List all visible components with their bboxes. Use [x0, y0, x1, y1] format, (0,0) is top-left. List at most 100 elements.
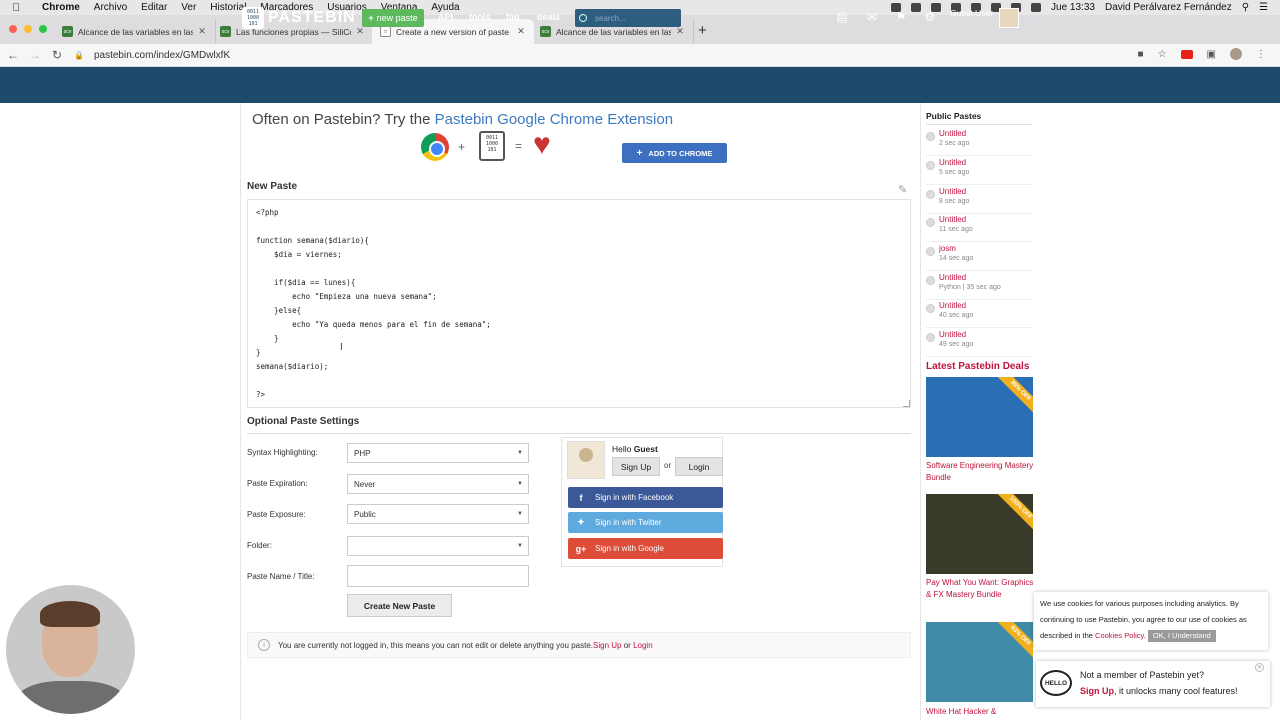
public-paste-title[interactable]: Untitled: [939, 187, 966, 196]
globe-icon: [926, 247, 935, 256]
cast-icon[interactable]: ▣: [1207, 49, 1216, 60]
spotlight-icon[interactable]: ⚲: [1242, 2, 1249, 13]
paste-name-input[interactable]: [347, 565, 529, 587]
public-paste-title[interactable]: Untitled: [939, 330, 966, 339]
guest-avatar[interactable]: [999, 8, 1019, 28]
code-line: if($dia == lunes){: [256, 278, 356, 287]
cookies-policy-link[interactable]: Cookies Policy: [1095, 631, 1144, 640]
code-line: }: [256, 348, 261, 357]
facebook-signin-button[interactable]: f Sign in with Facebook: [568, 487, 723, 508]
profile-avatar[interactable]: [1230, 48, 1242, 60]
nav-deals[interactable]: deals: [537, 12, 560, 22]
code-line: function semana($diario){: [256, 236, 369, 245]
public-paste-item[interactable]: Untitled 5 sec ago: [926, 157, 1032, 185]
dropbox-icon[interactable]: [911, 3, 922, 12]
search-input[interactable]: search...: [575, 9, 681, 27]
chevron-down-icon[interactable]: ⌄: [1024, 14, 1031, 23]
notifications-bell-icon[interactable]: ⚑: [894, 11, 908, 24]
member-sign-up-link[interactable]: Sign Up: [1080, 686, 1114, 696]
camera-icon[interactable]: ■: [1138, 49, 1144, 60]
notice-login-link[interactable]: Login: [633, 641, 653, 650]
lock-icon[interactable]: 🔒: [74, 51, 84, 60]
notice-sign-up-link[interactable]: Sign Up: [593, 641, 621, 650]
public-paste-item[interactable]: Untitled 49 sec ago: [926, 329, 1032, 357]
public-paste-item[interactable]: Untitled 40 sec ago: [926, 300, 1032, 328]
nav-faq[interactable]: faq: [506, 12, 520, 22]
deal-image[interactable]: 100% OFF: [926, 494, 1033, 574]
public-paste-item[interactable]: Untitled Python | 35 sec ago: [926, 272, 1032, 300]
public-paste-item[interactable]: Untitled 8 sec ago: [926, 186, 1032, 214]
browser-tab[interactable]: scv Alcance de las variables en las ✕: [54, 19, 216, 44]
zoom-window-icon[interactable]: [39, 25, 47, 33]
deal-image[interactable]: 89% OFF: [926, 377, 1033, 457]
nav-api[interactable]: API: [438, 12, 453, 22]
menu-chrome[interactable]: Chrome: [42, 2, 80, 13]
paste-exposure-select[interactable]: Public ▼: [347, 504, 529, 524]
public-paste-title[interactable]: Untitled: [939, 301, 966, 310]
deal-image[interactable]: 63% OFF: [926, 622, 1033, 702]
menu-ver[interactable]: Ver: [181, 2, 196, 13]
menu-editar[interactable]: Editar: [141, 2, 167, 13]
bookmark-star-icon[interactable]: ☆: [1158, 49, 1167, 60]
folder-select[interactable]: ▼: [347, 536, 529, 556]
menubar-user[interactable]: David Perálvarez Fernández: [1105, 2, 1232, 13]
divider: [247, 433, 911, 434]
code-line: echo "Empieza una nueva semana";: [256, 292, 437, 301]
pastebin-logo-icon[interactable]: 0011 1000 101: [242, 7, 264, 29]
public-paste-title[interactable]: Untitled: [939, 158, 966, 167]
new-paste-button[interactable]: + new paste: [362, 9, 424, 27]
sign-up-button[interactable]: Sign Up: [612, 457, 660, 476]
public-paste-title[interactable]: Untitled: [939, 215, 966, 224]
google-signin-button[interactable]: g+ Sign in with Google: [568, 538, 723, 559]
pencil-icon[interactable]: ✎: [898, 183, 907, 196]
apple-icon[interactable]: : [12, 2, 26, 14]
public-paste-title[interactable]: Untitled: [939, 129, 966, 138]
settings-gear-icon[interactable]: ⚙: [923, 11, 937, 24]
dropdown-caret-icon: ▼: [517, 543, 523, 549]
tab-close-icon[interactable]: ✕: [355, 26, 365, 37]
public-paste-item[interactable]: Untitled 11 sec ago: [926, 214, 1032, 242]
public-paste-item[interactable]: Untitled 2 sec ago: [926, 128, 1032, 156]
pastebin-logo[interactable]: PASTEBIN: [268, 9, 356, 27]
new-tab-button[interactable]: +: [698, 22, 707, 39]
tab-close-icon[interactable]: ✕: [197, 26, 207, 37]
menu-historial[interactable]: Historial: [210, 2, 246, 13]
public-paste-title[interactable]: josm: [939, 244, 956, 253]
chrome-extension-link[interactable]: Pastebin Google Chrome Extension: [435, 111, 673, 128]
textarea-resize-handle[interactable]: [903, 400, 910, 407]
more-menu-icon[interactable]: ⋮: [1256, 49, 1266, 60]
deal-caption-link[interactable]: Pay What You Want: Graphics & FX Mastery…: [926, 577, 1036, 601]
reload-icon[interactable]: ↻: [48, 48, 66, 62]
nav-tools[interactable]: tools: [469, 12, 491, 22]
create-new-paste-button[interactable]: Create New Paste: [347, 594, 452, 617]
paste-expiration-select[interactable]: Never ▼: [347, 474, 529, 494]
forward-icon[interactable]: →: [26, 48, 44, 62]
menu-list-icon[interactable]: ☰: [1259, 2, 1268, 13]
deal-caption-link[interactable]: White Hat Hacker &: [926, 706, 1036, 718]
my-pastes-icon[interactable]: ▤: [835, 11, 849, 24]
address-bar[interactable]: 🔒 pastebin.com/index/GMDwlxfK: [74, 48, 230, 63]
close-icon[interactable]: ✕: [1255, 663, 1264, 672]
url-text[interactable]: pastebin.com/index/GMDwlxfK: [94, 50, 230, 61]
menu-archivo[interactable]: Archivo: [94, 2, 127, 13]
public-paste-meta: 49 sec ago: [939, 341, 974, 348]
twitter-signin-button[interactable]: ✦ Sign in with Twitter: [568, 512, 723, 533]
paste-code-textarea[interactable]: <?php function semana($diario){ $dia = v…: [247, 199, 911, 408]
menubar-clock[interactable]: Jue 13:33: [1051, 2, 1095, 13]
cookie-ok-button[interactable]: OK, I Understand: [1147, 630, 1216, 642]
messages-icon[interactable]: ✉: [865, 11, 879, 24]
close-window-icon[interactable]: [9, 25, 17, 33]
tab-close-icon[interactable]: ✕: [516, 26, 526, 37]
public-paste-item[interactable]: josm 14 sec ago: [926, 243, 1032, 271]
tab-close-icon[interactable]: ✕: [675, 26, 685, 37]
public-paste-title[interactable]: Untitled: [939, 273, 966, 282]
login-button[interactable]: Login: [675, 457, 723, 476]
youtube-extension-icon[interactable]: [1180, 49, 1193, 59]
guest-user-label[interactable]: Guest User: [950, 8, 993, 18]
syntax-highlighting-select[interactable]: PHP ▼: [347, 443, 529, 463]
minimize-window-icon[interactable]: [24, 25, 32, 33]
deal-caption-link[interactable]: Software Engineering Mastery Bundle: [926, 460, 1036, 484]
battery-icon[interactable]: [1031, 3, 1042, 12]
back-icon[interactable]: ←: [4, 48, 22, 62]
add-to-chrome-button[interactable]: + ADD TO CHROME: [622, 143, 727, 163]
